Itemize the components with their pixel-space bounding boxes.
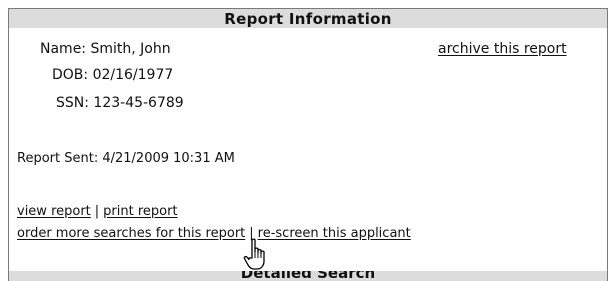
ssn-row: SSN: 123-45-6789 [56,94,184,112]
archive-row: archive this report [438,40,567,58]
rescreen-applicant-link[interactable]: re-screen this applicant [258,226,411,241]
detailed-search-title: Detailed Search [240,271,376,281]
ssn-label: SSN: [56,95,89,111]
name-row: Name: Smith, John [40,40,171,58]
dob-label: DOB: [52,67,89,83]
report-sent-row: Report Sent: 4/21/2009 10:31 AM [17,150,235,168]
report-sent-value: 4/21/2009 10:31 AM [102,151,235,166]
dob-value: 02/16/1977 [92,67,174,83]
report-information-panel: Report Information Name: Smith, John arc… [0,0,610,281]
detailed-search-header: Detailed Search [9,271,607,281]
view-report-link[interactable]: view report [17,204,91,219]
link-separator: | [94,204,100,219]
order-more-searches-link[interactable]: order more searches for this report [17,226,245,241]
hand-pointer-icon [243,238,265,270]
section-header: Report Information [9,8,607,28]
order-rescreen-row: order more searches for this report | re-s… [17,225,411,243]
dob-row: DOB: 02/16/1977 [52,66,173,84]
panel-left-border [8,8,9,281]
print-report-link[interactable]: print report [103,204,177,219]
report-sent-label: Report Sent: [17,151,99,166]
ssn-value: 123-45-6789 [93,95,184,111]
name-value: Smith, John [90,41,171,57]
archive-report-link[interactable]: archive this report [438,41,567,57]
view-print-row: view report | print report [17,203,178,221]
name-label: Name: [40,41,87,57]
panel-right-border [607,8,608,281]
